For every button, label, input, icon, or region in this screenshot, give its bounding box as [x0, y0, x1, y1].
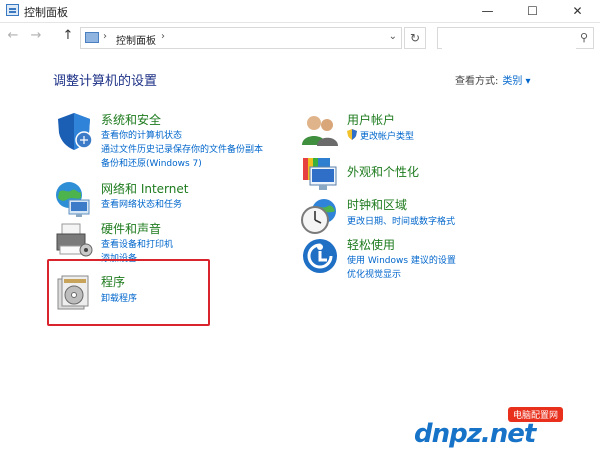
- forward-button[interactable]: →: [27, 28, 45, 43]
- category-appearance: 外观和个性化: [300, 155, 540, 195]
- back-button[interactable]: ←: [4, 28, 22, 43]
- view-by: 查看方式: 类别 ▾: [455, 72, 531, 87]
- watermark-brand: dnpz.net: [414, 419, 536, 449]
- search-box[interactable]: ⚲: [437, 27, 594, 51]
- printer-icon[interactable]: [54, 220, 94, 260]
- category-user-accounts: 用户帐户 更改帐户类型: [300, 111, 540, 151]
- ease-of-access-icon[interactable]: [300, 236, 340, 276]
- uac-shield-icon: [347, 129, 357, 140]
- shield-icon[interactable]: [54, 111, 94, 151]
- refresh-button[interactable]: ↻: [404, 27, 426, 49]
- category-title[interactable]: 硬件和声音: [101, 220, 161, 237]
- breadcrumb-control-panel[interactable]: 控制面板: [116, 32, 156, 47]
- window-title: 控制面板: [24, 6, 68, 19]
- minimize-button[interactable]: —: [465, 0, 510, 22]
- category-ease-of-access: 轻松使用 使用 Windows 建议的设置 优化视觉显示: [300, 236, 540, 280]
- users-icon[interactable]: [300, 111, 340, 151]
- navigation-bar: ← → ↑ › 控制面板 › ⌄ ↻ ⚲: [0, 23, 600, 53]
- close-button[interactable]: ✕: [555, 0, 600, 22]
- up-button[interactable]: ↑: [59, 28, 77, 43]
- category-hardware-sound: 硬件和声音 查看设备和打印机 添加设备: [54, 220, 284, 264]
- monitor-palette-icon[interactable]: [300, 155, 340, 195]
- control-panel-app-icon: [6, 4, 19, 16]
- link-change-date-time[interactable]: 更改日期、时间或数字格式: [347, 214, 455, 227]
- category-title[interactable]: 外观和个性化: [347, 163, 419, 180]
- breadcrumb-separator-end[interactable]: ›: [161, 31, 165, 42]
- view-by-dropdown[interactable]: 类别 ▾: [502, 76, 530, 87]
- category-network-internet: 网络和 Internet 查看网络状态和任务: [54, 180, 284, 220]
- category-system-security: 系统和安全 查看你的计算机状态 通过文件历史记录保存你的文件备份副本 备份和还原…: [54, 111, 284, 169]
- search-input[interactable]: [442, 30, 576, 51]
- network-globe-icon[interactable]: [54, 180, 94, 220]
- link-file-history[interactable]: 通过文件历史记录保存你的文件备份副本: [101, 142, 263, 155]
- address-box[interactable]: › 控制面板 › ⌄: [80, 27, 402, 49]
- category-title[interactable]: 网络和 Internet: [101, 180, 188, 197]
- maximize-button[interactable]: ☐: [510, 0, 555, 22]
- link-optimize-visual[interactable]: 优化视觉显示: [347, 267, 401, 280]
- watermark-logo: 电脑配置网 dnpz.net: [410, 405, 600, 455]
- address-dropdown-icon[interactable]: ⌄: [389, 31, 397, 42]
- clock-globe-icon[interactable]: [300, 196, 340, 236]
- breadcrumb-separator[interactable]: ›: [103, 31, 107, 42]
- link-backup-restore[interactable]: 备份和还原(Windows 7): [101, 156, 202, 169]
- control-panel-crumb-icon: [85, 32, 99, 43]
- page-heading: 调整计算机的设置: [53, 74, 158, 89]
- view-by-label: 查看方式:: [455, 76, 499, 87]
- category-clock-region: 时钟和区域 更改日期、时间或数字格式: [300, 196, 540, 236]
- link-network-status[interactable]: 查看网络状态和任务: [101, 197, 182, 210]
- link-devices-printers[interactable]: 查看设备和打印机: [101, 237, 173, 250]
- link-change-account-type[interactable]: 更改帐户类型: [360, 129, 414, 142]
- category-title[interactable]: 轻松使用: [347, 236, 395, 253]
- category-title[interactable]: 系统和安全: [101, 111, 161, 128]
- search-icon[interactable]: ⚲: [580, 31, 588, 44]
- category-title[interactable]: 时钟和区域: [347, 196, 407, 213]
- highlight-box: [47, 259, 210, 326]
- link-windows-recommended[interactable]: 使用 Windows 建议的设置: [347, 253, 456, 266]
- title-bar: 控制面板 — ☐ ✕: [0, 0, 600, 23]
- link-view-computer-status[interactable]: 查看你的计算机状态: [101, 128, 182, 141]
- category-title[interactable]: 用户帐户: [347, 111, 395, 128]
